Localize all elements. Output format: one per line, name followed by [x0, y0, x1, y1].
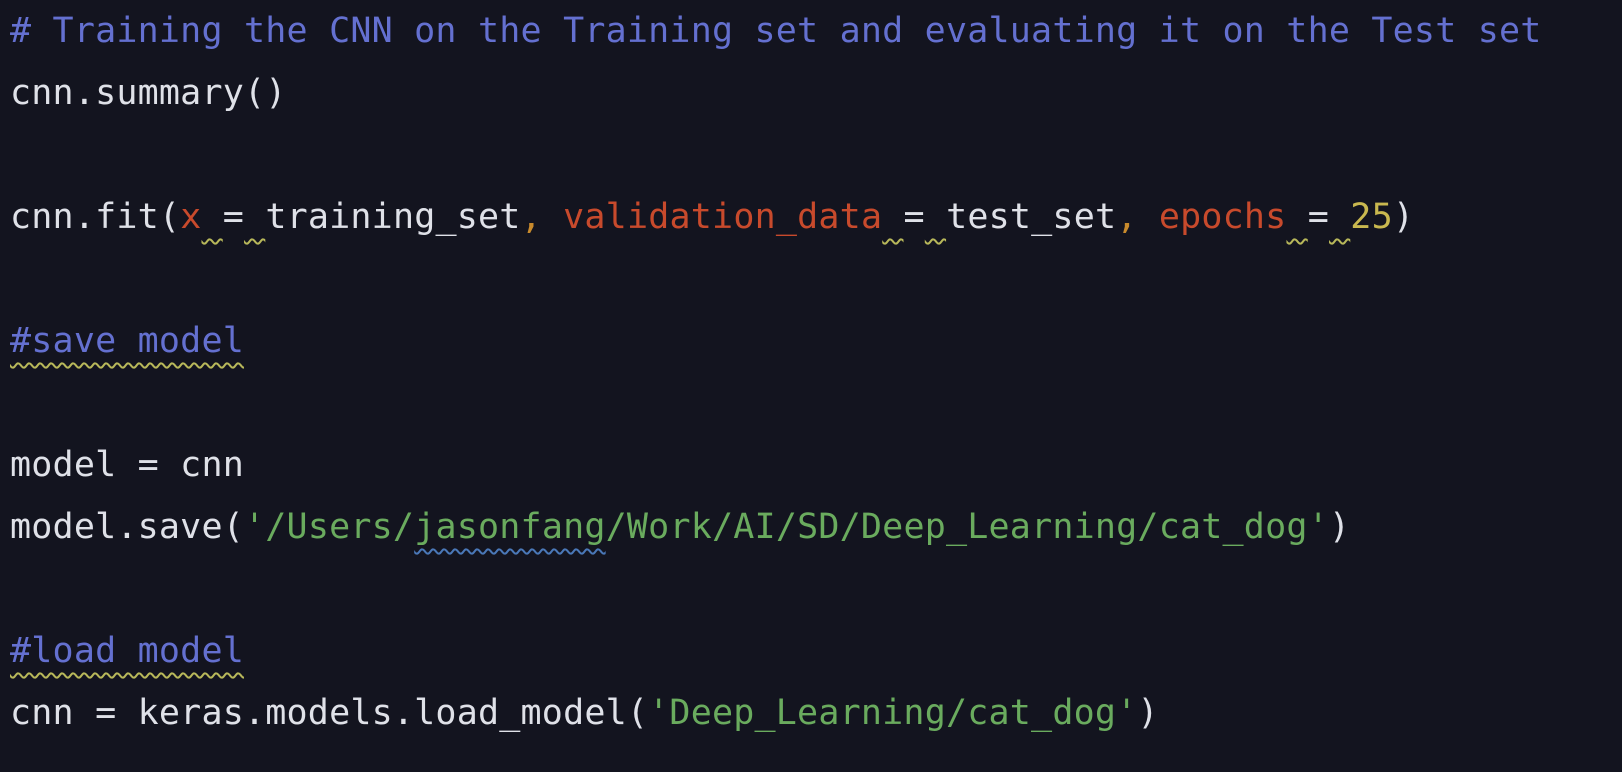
save-path-suffix: /Work/AI/SD/Deep_Learning/cat_dog': [605, 507, 1329, 547]
param-x: x: [180, 197, 202, 237]
close-paren-save: ): [1328, 507, 1351, 547]
code-line-3[interactable]: [10, 124, 1622, 186]
equals-3: =: [1307, 197, 1330, 237]
comma-1: ,: [520, 197, 542, 237]
fit-call: cnn.fit(: [10, 197, 181, 237]
test-set-arg: test_set: [946, 197, 1117, 237]
space-warning-2: [244, 197, 265, 237]
code-line-12[interactable]: cnn = keras.models.load_model('Deep_Lear…: [10, 682, 1622, 744]
code-line-8[interactable]: model = cnn: [10, 434, 1622, 496]
equals-1: =: [222, 197, 245, 237]
training-set-arg: training_set: [265, 197, 521, 237]
code-line-9[interactable]: model.save('/Users/jasonfang/Work/AI/SD/…: [10, 496, 1622, 558]
code-line-5[interactable]: [10, 248, 1622, 310]
code-area[interactable]: # Training the CNN on the Training set a…: [10, 0, 1622, 744]
space-warning-5: [1286, 197, 1307, 237]
code-line-10[interactable]: [10, 558, 1622, 620]
code-line-7[interactable]: [10, 372, 1622, 434]
save-path-prefix: '/Users/: [244, 507, 415, 547]
load-call: cnn = keras.models.load_model(: [10, 693, 649, 733]
code-line-6[interactable]: #save model: [10, 310, 1622, 372]
space-warning-6: [1329, 197, 1350, 237]
code-editor[interactable]: # Training the CNN on the Training set a…: [0, 0, 1622, 772]
param-validation-data: validation_data: [563, 197, 883, 237]
comment-save-model: #save model: [10, 321, 244, 361]
save-call: model.save(: [10, 507, 244, 547]
space-warning-4: [925, 197, 946, 237]
model-assignment: model = cnn: [10, 445, 244, 485]
equals-2: =: [903, 197, 925, 237]
comment-load-model: #load model: [10, 631, 244, 671]
comma-2: ,: [1116, 197, 1138, 237]
summary-call: cnn.summary(): [10, 73, 287, 113]
code-line-1[interactable]: # Training the CNN on the Training set a…: [10, 0, 1622, 62]
save-path-typo: jasonfang: [414, 507, 606, 547]
close-paren-load: ): [1137, 693, 1159, 733]
param-epochs: epochs: [1158, 197, 1287, 237]
space-warning-3: [882, 197, 903, 237]
code-line-4[interactable]: cnn.fit(x = training_set, validation_dat…: [10, 186, 1622, 248]
code-line-2[interactable]: cnn.summary(): [10, 62, 1622, 124]
code-line-11[interactable]: #load model: [10, 620, 1622, 682]
epochs-value: 25: [1350, 197, 1393, 237]
comment-training: # Training the CNN on the Training set a…: [10, 11, 1542, 51]
close-paren-fit: ): [1392, 197, 1415, 237]
load-path: 'Deep_Learning/cat_dog': [648, 693, 1138, 733]
space-warning-1: [201, 197, 222, 237]
